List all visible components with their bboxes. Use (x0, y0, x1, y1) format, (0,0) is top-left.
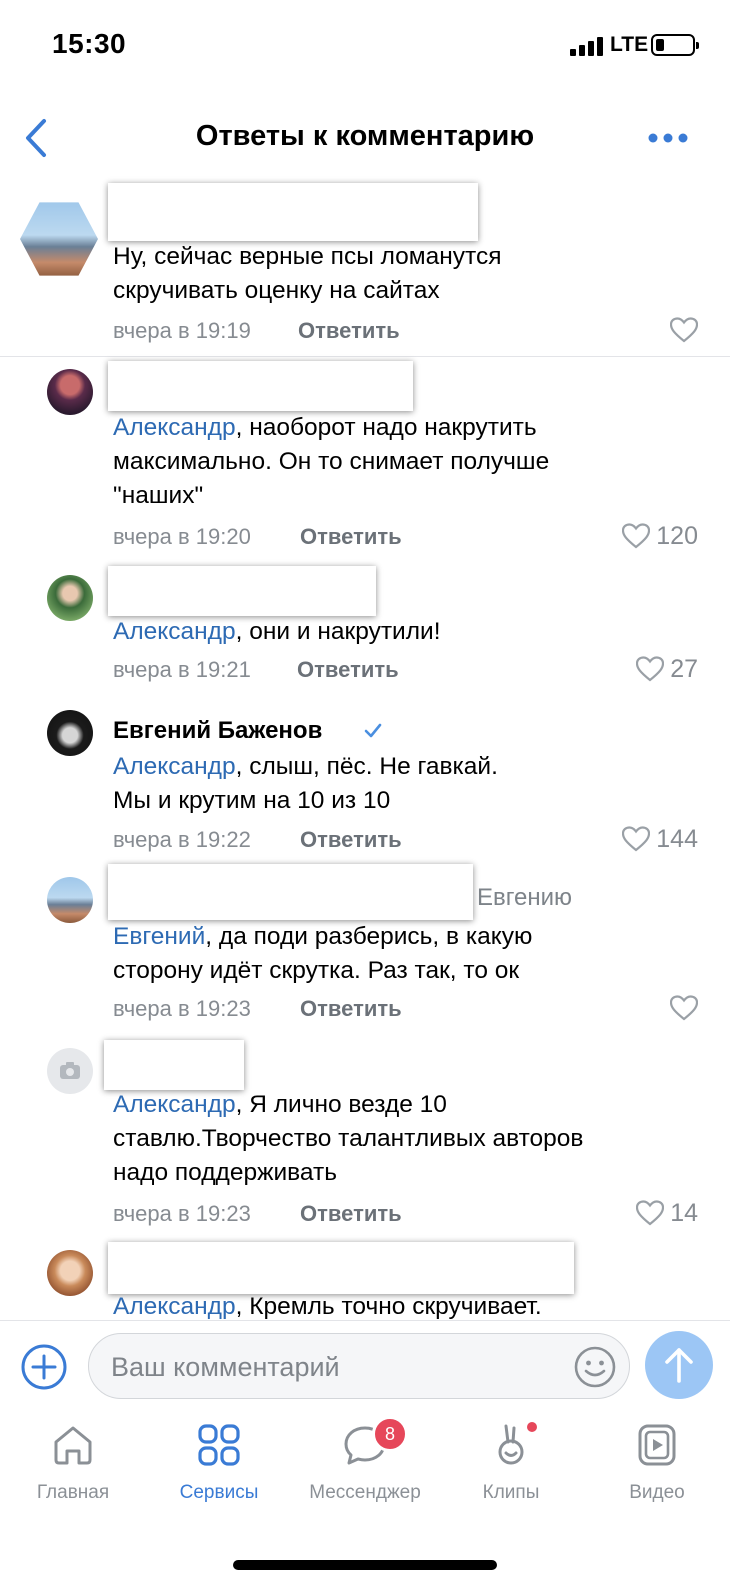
author-name[interactable]: Евгений Баженов (113, 717, 322, 745)
comment-thread[interactable]: Ну, сейчас верные псы ломанутся скручива… (0, 175, 730, 1320)
comment-text: Александр, наоборот надо накрутить макси… (113, 414, 550, 509)
comment-text: Александр, Я лично везде 10 ставлю.Творч… (113, 1091, 584, 1186)
like-count: 27 (670, 654, 698, 683)
heart-icon (670, 995, 698, 1021)
tab-home[interactable]: Главная (0, 1420, 146, 1504)
send-button[interactable] (645, 1331, 713, 1399)
comment-text: Ну, сейчас верные псы ломанутся скручива… (113, 243, 502, 304)
add-attachment-icon[interactable] (20, 1343, 68, 1391)
like-button[interactable] (670, 315, 698, 345)
status-time: 15:30 (52, 28, 127, 59)
like-button[interactable]: 144 (622, 824, 698, 854)
battery-icon (651, 34, 699, 56)
comment-time: вчера в 19:22 (113, 827, 251, 852)
avatar[interactable] (47, 877, 93, 923)
tab-label: Сервисы (179, 1482, 259, 1503)
video-icon (638, 1424, 676, 1466)
heart-icon (622, 523, 651, 549)
tab-label: Главная (36, 1482, 110, 1503)
avatar[interactable] (47, 1250, 93, 1296)
like-count: 120 (656, 521, 698, 550)
comment-time: вчера в 19:23 (113, 1201, 251, 1226)
avatar[interactable] (47, 1048, 93, 1094)
redacted-author-name (108, 183, 478, 241)
reply-button[interactable]: Ответить (300, 827, 402, 853)
notification-dot (527, 1422, 537, 1432)
comment-text: Евгений, да поди разберись, в какую стор… (113, 923, 533, 984)
reply-button[interactable]: Ответить (297, 657, 399, 683)
more-options-icon[interactable] (646, 122, 690, 154)
like-button[interactable]: 14 (636, 1198, 698, 1228)
comment-time: вчера в 19:19 (113, 318, 251, 343)
cellular-signal-icon (570, 36, 604, 56)
like-button[interactable] (670, 993, 698, 1023)
heart-icon (636, 1200, 665, 1226)
tab-label: Клипы (482, 1482, 540, 1503)
camera-icon (60, 1062, 80, 1079)
nav-header: Ответы к комментарию (0, 100, 730, 175)
comment-time: вчера в 19:21 (113, 657, 251, 682)
emoji-icon[interactable] (573, 1345, 617, 1389)
mention-link[interactable]: Александр (113, 753, 236, 780)
mention-link[interactable]: Евгений (113, 923, 205, 950)
tab-clips[interactable]: Клипы (438, 1420, 584, 1504)
heart-icon (670, 317, 698, 343)
comment-time: вчера в 19:20 (113, 524, 251, 549)
mention-link[interactable]: Александр (113, 414, 236, 441)
avatar[interactable] (47, 575, 93, 621)
heart-icon (622, 826, 651, 852)
avatar[interactable] (47, 369, 93, 415)
tab-bar: Главная Сервисы 8 Мессенджер Клипы Видео (0, 1408, 730, 1581)
status-bar: 15:30 LTE (0, 0, 730, 90)
network-type: LTE (610, 33, 649, 56)
tab-label: Видео (629, 1482, 685, 1503)
comment-time: вчера в 19:23 (113, 996, 251, 1021)
comment-placeholder: Ваш комментарий (111, 1352, 340, 1382)
reply-addressee[interactable]: Евгению (477, 884, 572, 912)
home-icon (54, 1426, 92, 1465)
reply-button[interactable]: Ответить (300, 996, 402, 1022)
mention-link[interactable]: Александр (113, 618, 236, 645)
redacted-author-name (108, 864, 473, 920)
send-arrow-icon (665, 1348, 693, 1383)
like-count: 144 (656, 824, 698, 853)
home-indicator (233, 1560, 497, 1570)
redacted-author-name (104, 1040, 244, 1090)
comment-composer: Ваш комментарий (0, 1320, 730, 1408)
tab-label: Мессенджер (309, 1482, 421, 1503)
heart-icon (636, 656, 665, 682)
comment-text: Александр, они и накрутили! (113, 618, 441, 645)
mention-link[interactable]: Александр (113, 1293, 236, 1320)
comment-text: Александр, слыш, пёс. Не гавкай. Мы и кр… (113, 753, 498, 814)
unread-badge: 8 (372, 1416, 408, 1452)
verified-check-icon (364, 723, 382, 738)
redacted-author-name (108, 361, 413, 411)
like-count: 14 (670, 1198, 698, 1227)
avatar[interactable] (47, 710, 93, 756)
tab-messenger[interactable]: 8 Мессенджер (292, 1416, 438, 1504)
reply-button[interactable]: Ответить (300, 1201, 402, 1227)
reply-button[interactable]: Ответить (298, 318, 400, 344)
mention-link[interactable]: Александр (113, 1091, 236, 1118)
comment-input[interactable]: Ваш комментарий (88, 1333, 630, 1399)
tab-video[interactable]: Видео (584, 1420, 730, 1504)
like-button[interactable]: 27 (636, 654, 698, 684)
redacted-author-name (108, 1242, 574, 1294)
services-icon (198, 1424, 240, 1466)
avatar[interactable] (20, 202, 98, 276)
tab-services[interactable]: Сервисы (146, 1420, 292, 1504)
redacted-author-name (108, 566, 376, 616)
like-button[interactable]: 120 (622, 521, 698, 551)
page-title: Ответы к комментарию (195, 120, 535, 152)
reply-button[interactable]: Ответить (300, 524, 402, 550)
comment-text: Александр, Кремль точно скручивает. (113, 1293, 542, 1320)
divider (0, 356, 730, 357)
